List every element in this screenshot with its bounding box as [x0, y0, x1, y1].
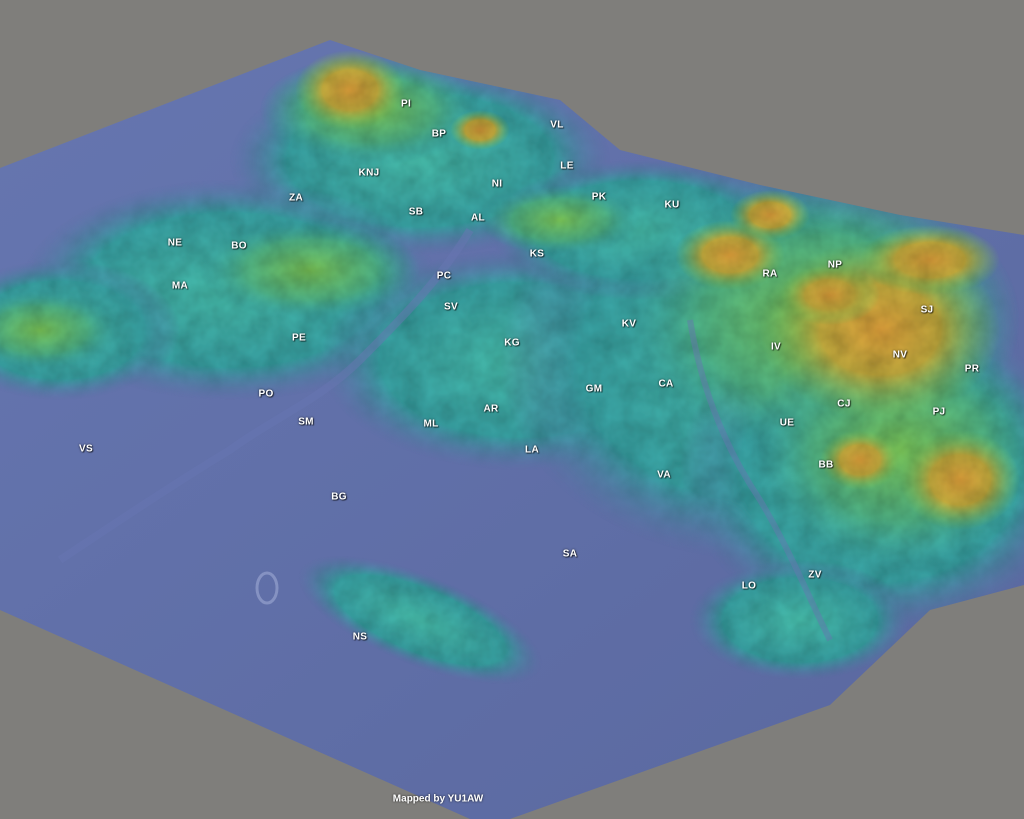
terrain-map: PI BP VL LE KNJ NI ZA SB AL PK KU NE BO KS RA NP MA PC SV S… [0, 0, 1024, 819]
map-credit: Mapped by YU1AW [392, 793, 484, 805]
terrain-relief [0, 40, 1024, 819]
